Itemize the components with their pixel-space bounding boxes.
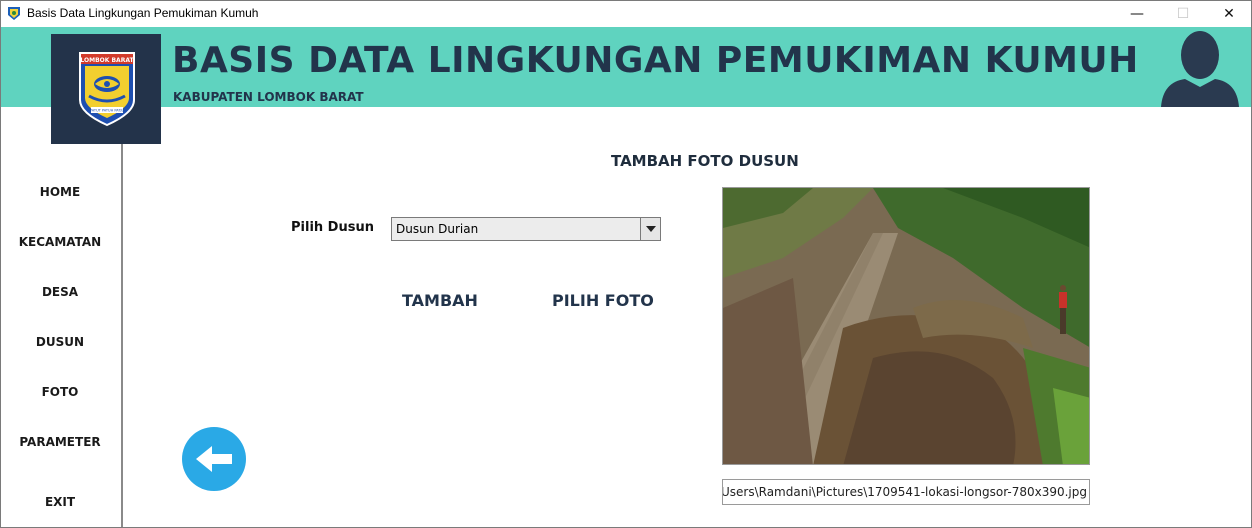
app-window: Basis Data Lingkungan Pemukiman Kumuh — … <box>0 0 1252 528</box>
add-button[interactable]: TAMBAH <box>402 291 478 310</box>
nav-desa[interactable]: DESA <box>1 285 119 299</box>
back-button[interactable] <box>182 427 246 491</box>
logo-panel: LOMBOK BARAT PATUT PATUH PATJU <box>51 34 161 144</box>
sidebar: HOME KECAMATAN DESA DUSUN FOTO PARAMETER… <box>1 144 123 527</box>
nav-exit[interactable]: EXIT <box>1 495 119 509</box>
window-title: Basis Data Lingkungan Pemukiman Kumuh <box>27 6 259 20</box>
dusun-select-value: Dusun Durian <box>396 222 479 236</box>
dropdown-arrow-icon[interactable] <box>640 218 660 240</box>
nav-dusun[interactable]: DUSUN <box>1 335 119 349</box>
user-avatar-icon[interactable] <box>1159 27 1241 107</box>
app-icon <box>8 7 20 20</box>
choose-photo-button[interactable]: PILIH FOTO <box>552 291 654 310</box>
dusun-select-label: Pilih Dusun <box>291 220 374 235</box>
nav-foto[interactable]: FOTO <box>1 385 119 399</box>
maximize-button[interactable]: ☐ <box>1160 1 1206 27</box>
photo-path-field[interactable]: C:\Users\Ramdani\Pictures\1709541-lokasi… <box>722 479 1090 505</box>
photo-preview <box>722 187 1090 465</box>
logo-text: LOMBOK BARAT <box>80 57 134 64</box>
minimize-button[interactable]: — <box>1114 1 1160 27</box>
nav-kecamatan[interactable]: KECAMATAN <box>1 235 119 249</box>
close-button[interactable]: ✕ <box>1206 1 1251 27</box>
photo-path-text: C:\Users\Ramdani\Pictures\1709541-lokasi… <box>722 485 1087 499</box>
app-heading: BASIS DATA LINGKUNGAN PEMUKIMAN KUMUH <box>172 40 1139 81</box>
nav-parameter[interactable]: PARAMETER <box>1 435 119 449</box>
logo-motto: PATUT PATUH PATJU <box>90 109 125 113</box>
dusun-select[interactable]: Dusun Durian <box>391 217 661 241</box>
section-title: TAMBAH FOTO DUSUN <box>611 152 799 170</box>
landslide-photo-image <box>723 188 1089 464</box>
nav-home[interactable]: HOME <box>1 185 119 199</box>
title-bar: Basis Data Lingkungan Pemukiman Kumuh — … <box>1 1 1251 27</box>
arrow-left-icon <box>196 446 232 472</box>
app-subheading: KABUPATEN LOMBOK BARAT <box>173 90 364 104</box>
regency-emblem-icon: LOMBOK BARAT PATUT PATUH PATJU <box>79 52 135 127</box>
